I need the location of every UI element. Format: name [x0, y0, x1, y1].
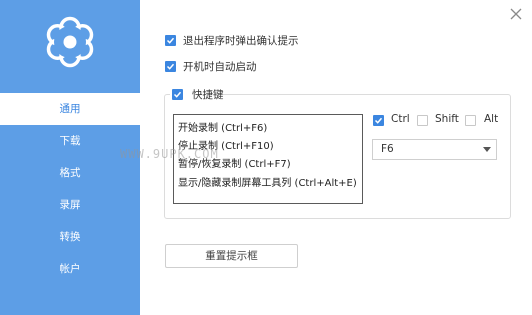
ctrl-checkbox[interactable] [373, 115, 384, 126]
check-icon [173, 91, 182, 98]
sidebar-item-convert[interactable]: 转换 [0, 221, 140, 253]
hotkeys-group-header: 快捷键 [170, 87, 224, 101]
sidebar: 通用 下载 格式 录屏 转换 帐户 [0, 0, 140, 315]
reset-prompts-button[interactable]: 重置提示框 [165, 244, 298, 268]
hotkey-key-select[interactable]: F6 [372, 139, 497, 160]
flower-gear-icon [46, 16, 94, 68]
sidebar-item-general[interactable]: 通用 [0, 93, 140, 125]
autostart-label: 开机时自动启动 [183, 61, 257, 73]
ctrl-label: Ctrl [391, 113, 410, 125]
list-item-start-record[interactable]: 开始录制 (Ctrl+F6) [178, 119, 267, 134]
autostart-checkbox[interactable] [165, 61, 176, 72]
alt-checkbox[interactable] [465, 115, 476, 126]
hotkey-key-value: F6 [381, 143, 394, 155]
settings-window: 通用 下载 格式 录屏 转换 帐户 退出程序时弹出确认提示 开机时自动启动 快捷… [0, 0, 532, 315]
shift-checkbox[interactable] [417, 115, 428, 126]
hotkeys-enable-checkbox[interactable] [172, 89, 183, 100]
sidebar-item-screen-record[interactable]: 录屏 [0, 189, 140, 221]
check-icon [166, 63, 175, 70]
sidebar-item-account[interactable]: 帐户 [0, 253, 140, 285]
hotkeys-title: 快捷键 [192, 89, 224, 101]
list-item-toggle-toolbar[interactable]: 显示/隐藏录制屏幕工具列 (Ctrl+Alt+E) [178, 174, 357, 189]
chevron-down-icon [483, 147, 491, 152]
shift-label: Shift [435, 113, 459, 125]
close-icon[interactable] [507, 5, 525, 23]
confirm-exit-checkbox[interactable] [165, 35, 176, 46]
confirm-exit-label: 退出程序时弹出确认提示 [183, 35, 299, 47]
sidebar-item-format[interactable]: 格式 [0, 157, 140, 189]
check-icon [374, 117, 383, 124]
sidebar-item-download[interactable]: 下载 [0, 125, 140, 157]
check-icon [166, 37, 175, 44]
watermark: WWW.9UPK.COM [120, 147, 219, 161]
alt-label: Alt [484, 113, 499, 125]
